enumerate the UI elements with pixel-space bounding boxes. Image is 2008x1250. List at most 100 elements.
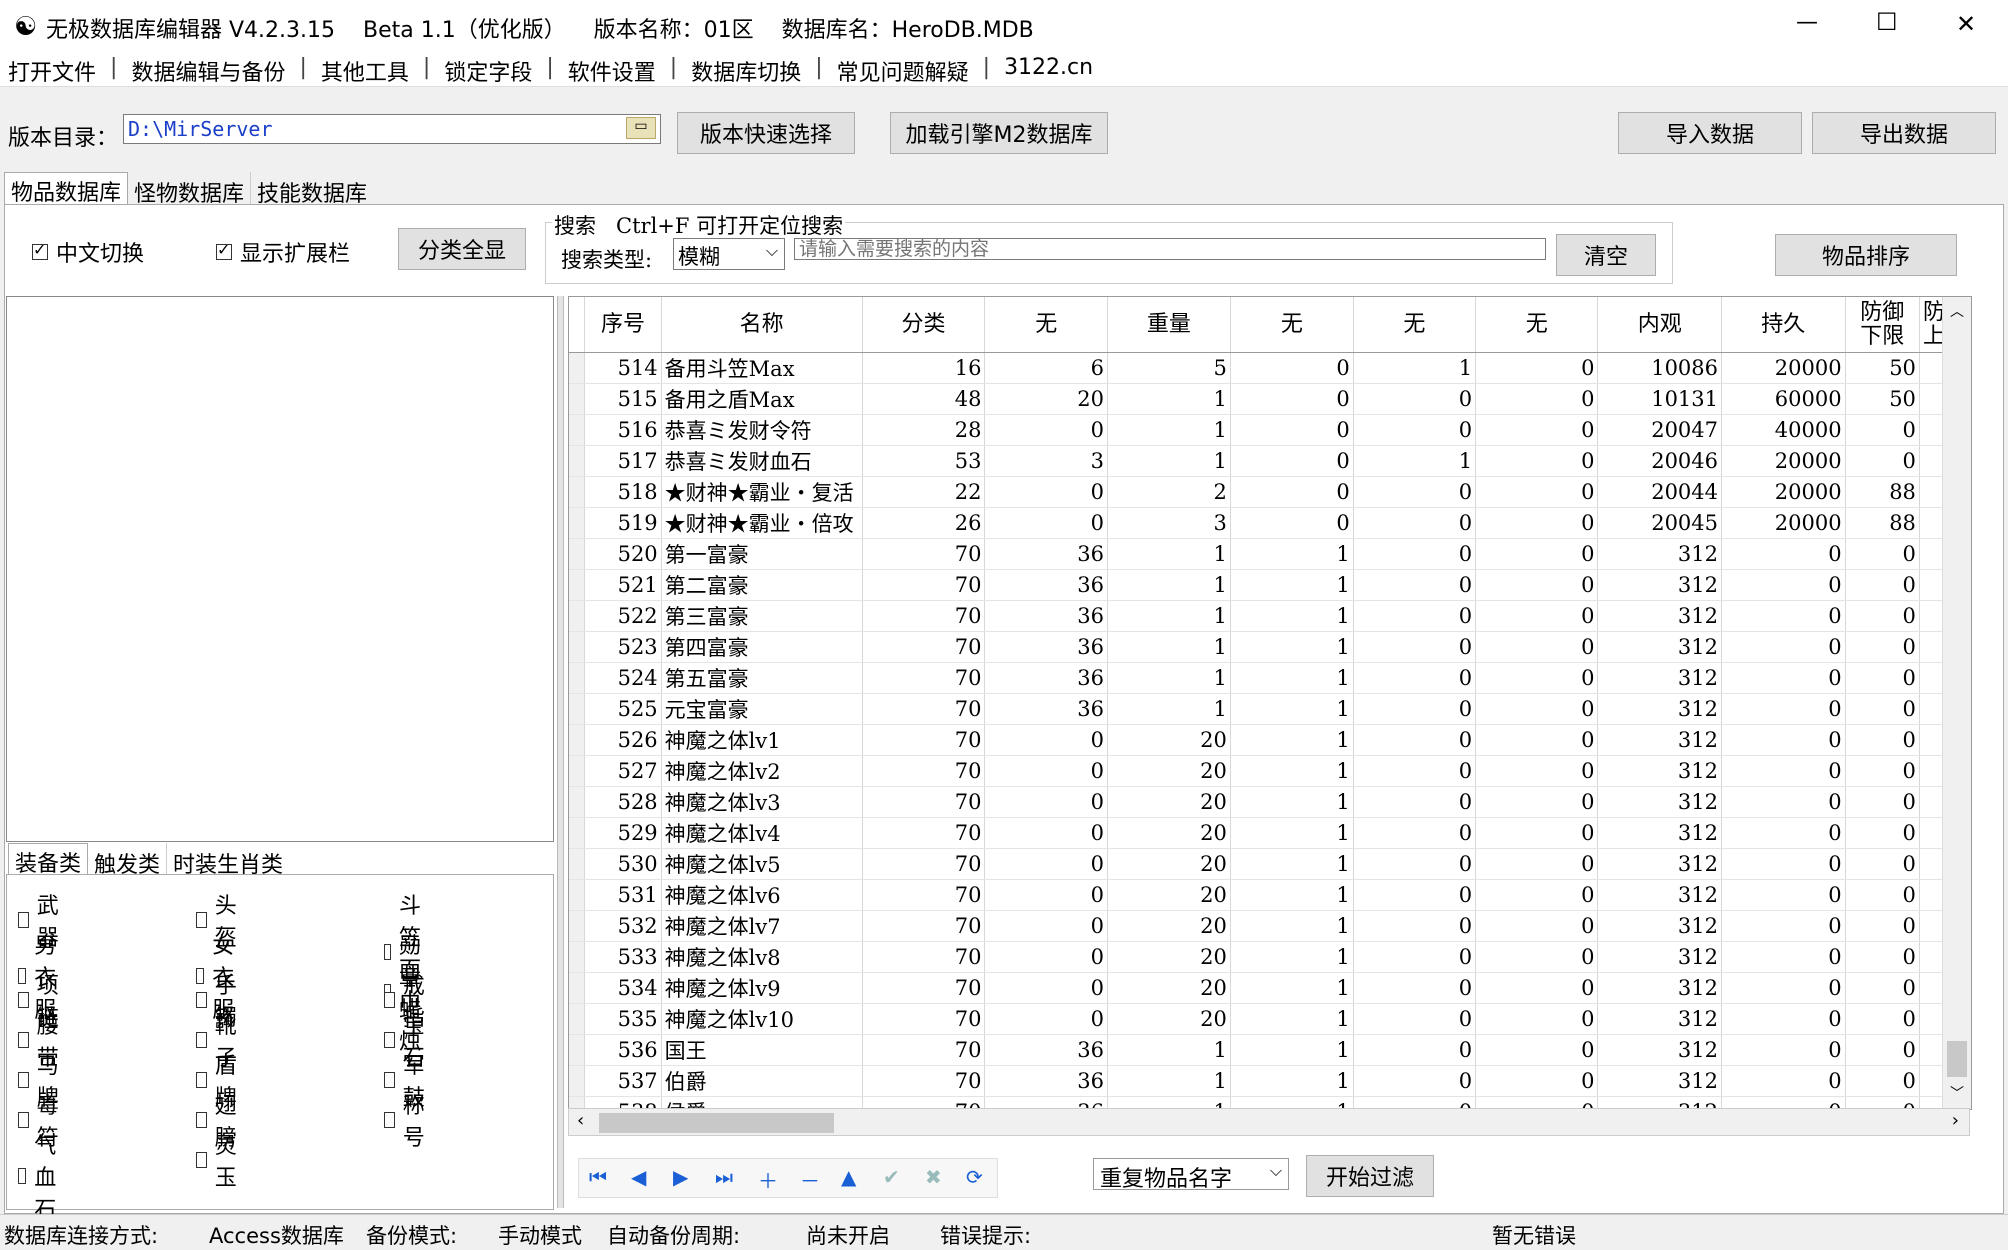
table-row[interactable]: 525 元宝富豪 70 36 1 1 0 0 312 0 0 (569, 693, 1971, 725)
table-cell[interactable]: 0 (1353, 600, 1477, 632)
row-indicator[interactable] (569, 910, 586, 942)
table-cell[interactable]: 0 (1475, 693, 1599, 725)
column-header[interactable]: 无 (984, 297, 1108, 353)
table-cell[interactable]: 神魔之体lv8 (661, 941, 863, 973)
table-cell[interactable]: 535 (584, 1003, 662, 1035)
table-cell[interactable]: 312 (1597, 600, 1723, 632)
table-cell[interactable]: 神魔之体lv7 (661, 910, 863, 942)
table-cell[interactable]: 3 (1107, 507, 1231, 539)
table-cell[interactable]: 70 (862, 1034, 986, 1066)
table-cell[interactable]: 元宝富豪 (661, 693, 863, 725)
table-cell[interactable]: 20 (1107, 1003, 1231, 1035)
table-cell[interactable]: 0 (1475, 352, 1599, 384)
table-cell[interactable]: 0 (1845, 848, 1920, 880)
row-indicator[interactable] (569, 662, 586, 694)
table-cell[interactable]: 0 (1230, 507, 1354, 539)
table-cell[interactable]: 1 (1230, 662, 1354, 694)
table-row[interactable]: 530 神魔之体lv5 70 0 20 1 0 0 312 0 0 (569, 848, 1971, 880)
table-cell[interactable]: 5 (1107, 352, 1231, 384)
table-cell[interactable]: 1 (1230, 941, 1354, 973)
table-cell[interactable]: 0 (1353, 693, 1477, 725)
table-cell[interactable]: 1 (1107, 693, 1231, 725)
table-cell[interactable]: 514 (584, 352, 662, 384)
search-input[interactable] (794, 238, 1546, 260)
table-cell[interactable]: 神魔之体lv4 (661, 817, 863, 849)
table-cell[interactable]: 20 (984, 383, 1108, 415)
category-checkbox[interactable] (18, 1032, 29, 1048)
row-indicator[interactable] (569, 693, 586, 725)
table-cell[interactable]: 534 (584, 972, 662, 1004)
table-row[interactable]: 519 ★财神★霸业・倍攻 26 0 3 0 0 0 20045 20000 88 (569, 507, 1971, 539)
nav-cancel-icon[interactable]: ✖ (925, 1165, 942, 1189)
grid-horizontal-thumb[interactable] (599, 1113, 834, 1133)
table-cell[interactable]: 36 (984, 569, 1108, 601)
table-cell[interactable]: 0 (984, 879, 1108, 911)
table-cell[interactable]: 0 (1475, 817, 1599, 849)
show-ext-checkbox[interactable] (216, 240, 232, 260)
table-cell[interactable]: 0 (1845, 600, 1920, 632)
table-cell[interactable]: 0 (1721, 910, 1846, 942)
category-option[interactable]: 称号 (384, 1088, 430, 1152)
category-checkbox[interactable] (18, 1112, 29, 1128)
column-header[interactable]: 无 (1353, 297, 1477, 353)
table-cell[interactable]: 0 (984, 941, 1108, 973)
table-cell[interactable]: 36 (984, 1034, 1108, 1066)
table-cell[interactable]: 0 (1845, 755, 1920, 787)
table-cell[interactable]: 70 (862, 941, 986, 973)
table-cell[interactable]: 26 (862, 507, 986, 539)
table-cell[interactable]: 48 (862, 383, 986, 415)
table-cell[interactable]: 312 (1597, 848, 1723, 880)
table-cell[interactable]: 1 (1353, 352, 1477, 384)
table-cell[interactable]: 0 (984, 724, 1108, 756)
table-cell[interactable]: 0 (1475, 786, 1599, 818)
filter-type-select[interactable]: 重复物品名字 ⌵ (1093, 1158, 1289, 1192)
table-cell[interactable]: 0 (1475, 724, 1599, 756)
category-option[interactable]: 灵玉 (196, 1128, 242, 1192)
table-cell[interactable]: 0 (1230, 383, 1354, 415)
table-cell[interactable]: 312 (1597, 693, 1723, 725)
table-cell[interactable]: 1 (1230, 1034, 1354, 1066)
table-cell[interactable]: 519 (584, 507, 662, 539)
table-cell[interactable]: 312 (1597, 1034, 1723, 1066)
row-indicator[interactable] (569, 724, 586, 756)
table-cell[interactable]: 88 (1845, 476, 1920, 508)
table-row[interactable]: 522 第三富豪 70 36 1 1 0 0 312 0 0 (569, 600, 1971, 632)
table-row[interactable]: 523 第四富豪 70 36 1 1 0 0 312 0 0 (569, 631, 1971, 663)
table-cell[interactable]: 10086 (1597, 352, 1723, 384)
table-cell[interactable]: 0 (1353, 383, 1477, 415)
clear-button[interactable]: 清空 (1556, 234, 1656, 276)
table-cell[interactable]: 0 (984, 817, 1108, 849)
table-cell[interactable]: 50 (1845, 352, 1920, 384)
table-row[interactable]: 520 第一富豪 70 36 1 1 0 0 312 0 0 (569, 538, 1971, 570)
table-cell[interactable]: 0 (984, 414, 1108, 446)
table-cell[interactable]: 1 (1107, 1065, 1231, 1097)
table-cell[interactable]: 0 (1475, 445, 1599, 477)
table-cell[interactable]: 523 (584, 631, 662, 663)
table-cell[interactable]: 70 (862, 1065, 986, 1097)
table-row[interactable]: 515 备用之盾Max 48 20 1 0 0 0 10131 60000 50 (569, 383, 1971, 415)
table-cell[interactable]: 恭喜ミ发财血石 (661, 445, 863, 477)
table-cell[interactable]: 70 (862, 662, 986, 694)
start-filter-button[interactable]: 开始过滤 (1306, 1155, 1434, 1197)
menu-item[interactable]: 打开文件 (8, 55, 96, 87)
table-cell[interactable]: 1 (1230, 1003, 1354, 1035)
table-cell[interactable]: 70 (862, 972, 986, 1004)
category-checkbox[interactable] (196, 1072, 207, 1088)
table-cell[interactable]: 0 (1475, 1065, 1599, 1097)
table-cell[interactable]: 0 (1475, 538, 1599, 570)
table-cell[interactable]: 1 (1230, 569, 1354, 601)
table-cell[interactable]: 522 (584, 600, 662, 632)
table-cell[interactable]: 0 (1353, 538, 1477, 570)
category-checkbox[interactable] (196, 992, 207, 1008)
table-cell[interactable]: 0 (1721, 693, 1846, 725)
table-cell[interactable]: 1 (1107, 383, 1231, 415)
table-cell[interactable]: 60000 (1721, 383, 1846, 415)
table-cell[interactable]: 0 (984, 507, 1108, 539)
scroll-up-icon[interactable]: ︿ (1950, 301, 1964, 321)
table-cell[interactable]: 0 (1230, 414, 1354, 446)
table-cell[interactable]: 0 (1721, 724, 1846, 756)
splitter[interactable] (557, 296, 564, 1208)
minimize-button[interactable]: — (1796, 10, 1818, 35)
table-cell[interactable]: 1 (1230, 631, 1354, 663)
scroll-down-icon[interactable]: ﹀ (1950, 1083, 1964, 1103)
